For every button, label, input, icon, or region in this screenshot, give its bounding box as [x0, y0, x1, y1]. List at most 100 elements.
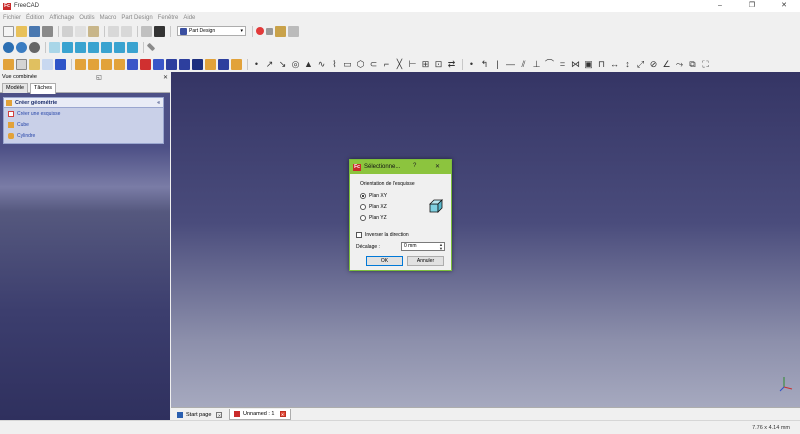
constraint-radius-icon[interactable]: ⊘: [648, 59, 659, 70]
open-folder-icon[interactable]: [16, 25, 27, 37]
view-left-icon[interactable]: [127, 41, 138, 53]
minimize-button[interactable]: –: [705, 0, 735, 12]
constraint-horizontal-distance-icon[interactable]: ↔: [609, 59, 620, 70]
cancel-button[interactable]: Annuler: [407, 256, 444, 266]
invert-direction-row[interactable]: Inverser la direction: [356, 232, 409, 238]
fit-selection-icon[interactable]: [16, 41, 27, 53]
invert-direction-checkbox[interactable]: [356, 232, 362, 238]
constraint-tangent-icon[interactable]: ⌒: [544, 59, 555, 70]
dialog-close-button[interactable]: ✕: [435, 163, 440, 170]
maximize-button[interactable]: ❐: [737, 0, 767, 12]
undo-icon[interactable]: [108, 25, 119, 37]
constraint-point-on-object-icon[interactable]: ↰: [479, 59, 490, 70]
additive-loft-icon[interactable]: [101, 58, 112, 70]
constraint-internal-alignment-icon[interactable]: ⧉: [687, 59, 698, 70]
3d-view[interactable]: [171, 72, 800, 407]
revolution-icon[interactable]: [88, 58, 99, 70]
trim-icon[interactable]: ╳: [394, 59, 405, 70]
toggle-driving-icon[interactable]: ⛶: [700, 59, 711, 70]
groove-icon[interactable]: [153, 58, 164, 70]
view-isometric-icon[interactable]: [49, 41, 60, 53]
hole-icon[interactable]: [140, 58, 151, 70]
task-create-sketch[interactable]: Créer une esquisse: [4, 108, 163, 119]
fit-all-icon[interactable]: [3, 41, 14, 53]
ok-button[interactable]: OK: [366, 256, 403, 266]
paste-icon[interactable]: [88, 25, 99, 37]
view-front-icon[interactable]: [62, 41, 73, 53]
draw-style-icon[interactable]: [29, 41, 40, 53]
validate-sketch-icon[interactable]: [42, 58, 53, 70]
additive-pipe-icon[interactable]: [114, 58, 125, 70]
fillet-sketch-icon[interactable]: ⌐: [381, 59, 392, 70]
point-icon[interactable]: •: [251, 59, 262, 70]
menu-macro[interactable]: Macro: [100, 15, 117, 21]
constraint-coincident-icon[interactable]: •: [466, 59, 477, 70]
task-cube[interactable]: Cube: [4, 119, 163, 130]
float-panel-icon[interactable]: ◱: [96, 74, 102, 81]
menu-outils[interactable]: Outils: [79, 15, 94, 21]
whats-this-icon[interactable]: [154, 25, 165, 37]
task-cylinder[interactable]: Cylindre: [4, 130, 163, 141]
menu-fenetre[interactable]: Fenêtre: [158, 15, 179, 21]
external-geometry-icon[interactable]: ⊞: [420, 59, 431, 70]
spinner-arrows-icon[interactable]: ▲ ▼: [439, 243, 443, 251]
menu-affichage[interactable]: Affichage: [49, 15, 74, 21]
subtractive-loft-icon[interactable]: [166, 58, 177, 70]
constraint-perpendicular-icon[interactable]: ⊥: [531, 59, 542, 70]
shape-binder-icon[interactable]: [55, 58, 66, 70]
constraint-parallel-icon[interactable]: ⫽: [518, 59, 529, 70]
menu-fichier[interactable]: Fichier: [3, 15, 21, 21]
macro-edit-icon[interactable]: [275, 25, 286, 37]
workbench-selector[interactable]: Part Design ▾: [177, 26, 246, 36]
macro-record-icon[interactable]: [256, 27, 264, 35]
bspline-icon[interactable]: ∿: [316, 59, 327, 70]
rectangle-icon[interactable]: ▭: [342, 59, 353, 70]
view-bottom-icon[interactable]: [114, 41, 125, 53]
polyline-icon[interactable]: ⌇: [329, 59, 340, 70]
constraint-angle-icon[interactable]: ∠: [661, 59, 672, 70]
new-document-icon[interactable]: [3, 25, 14, 37]
macro-stop-icon[interactable]: [266, 27, 273, 35]
constraint-lock-icon[interactable]: ⊓: [596, 59, 607, 70]
constraint-symmetric-icon[interactable]: ⋈: [570, 59, 581, 70]
radio-plan-xy[interactable]: Plan XY: [360, 193, 387, 199]
extend-icon[interactable]: ⊢: [407, 59, 418, 70]
thickness-icon[interactable]: [231, 58, 242, 70]
fillet-icon[interactable]: [192, 58, 203, 70]
constraint-equal-icon[interactable]: =: [557, 59, 568, 70]
subtractive-pipe-icon[interactable]: [179, 58, 190, 70]
constraint-distance-icon[interactable]: ⤢: [635, 59, 646, 70]
help-button[interactable]: ?: [413, 163, 416, 169]
create-body-icon[interactable]: [3, 58, 14, 70]
close-window-button[interactable]: ✕: [769, 0, 799, 12]
refresh-icon[interactable]: [141, 25, 152, 37]
constraint-snell-icon[interactable]: ⤳: [674, 59, 685, 70]
menu-aide[interactable]: Aide: [183, 15, 195, 21]
collapse-icon[interactable]: «: [157, 100, 160, 106]
close-panel-icon[interactable]: ✕: [163, 74, 168, 81]
constraint-vertical-icon[interactable]: |: [492, 59, 503, 70]
tab-start-page[interactable]: Start page ✕: [173, 409, 226, 420]
close-tab-icon[interactable]: ✕: [216, 411, 223, 418]
save-as-icon[interactable]: [42, 25, 53, 37]
redo-icon[interactable]: [121, 25, 132, 37]
arc-icon[interactable]: ↘: [277, 59, 288, 70]
radio-plan-yz[interactable]: Plan YZ: [360, 215, 387, 221]
tab-taches[interactable]: Tâches: [30, 83, 57, 94]
carbon-copy-icon[interactable]: ⊡: [433, 59, 444, 70]
pocket-icon[interactable]: [127, 58, 138, 70]
view-right-icon[interactable]: [88, 41, 99, 53]
save-icon[interactable]: [29, 25, 40, 37]
slot-icon[interactable]: ⊂: [368, 59, 379, 70]
radio-button[interactable]: [360, 204, 366, 210]
view-top-icon[interactable]: [75, 41, 86, 53]
chamfer-icon[interactable]: [205, 58, 216, 70]
cut-icon[interactable]: [62, 25, 73, 37]
constraint-block-icon[interactable]: ▣: [583, 59, 594, 70]
tab-modele[interactable]: Modèle: [2, 83, 29, 93]
pad-icon[interactable]: [75, 58, 86, 70]
menu-part-design[interactable]: Part Design: [121, 15, 152, 21]
constraint-horizontal-icon[interactable]: —: [505, 59, 516, 70]
construction-mode-icon[interactable]: ⇄: [446, 59, 457, 70]
tab-unnamed[interactable]: Unnamed : 1 ✕: [229, 409, 291, 420]
